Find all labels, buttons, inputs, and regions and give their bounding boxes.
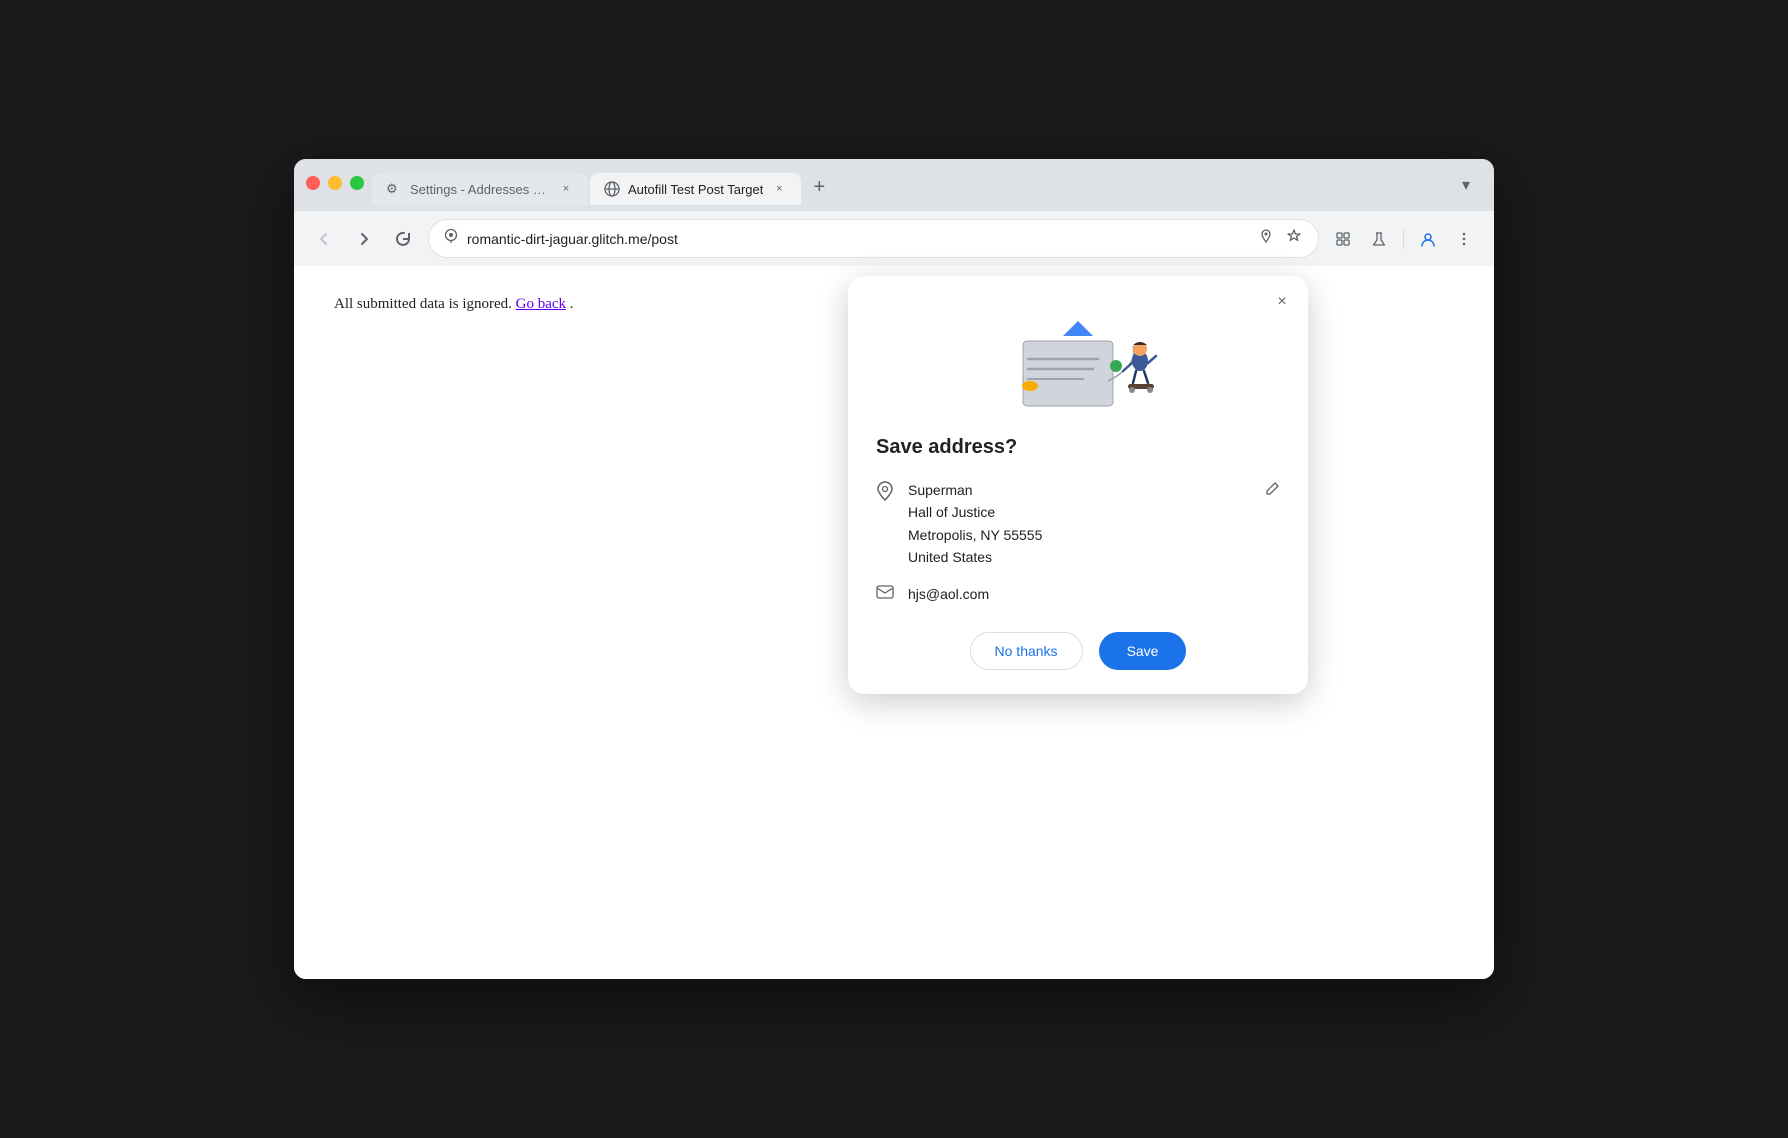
new-tab-button[interactable]: + [803, 171, 835, 203]
traffic-lights [306, 176, 364, 190]
title-bar: ⚙ Settings - Addresses and mo × [294, 159, 1494, 211]
email-icon [876, 585, 894, 604]
gear-icon: ⚙ [386, 181, 402, 197]
extensions-button[interactable] [1327, 223, 1359, 255]
profile-button[interactable] [1412, 223, 1444, 255]
minimize-window-button[interactable] [328, 176, 342, 190]
star-icon[interactable] [1284, 226, 1304, 251]
toolbar-divider [1403, 229, 1404, 249]
globe-icon [604, 181, 620, 197]
location-icon [443, 228, 459, 249]
tab-autofill-close[interactable]: × [771, 181, 787, 197]
nav-bar: romantic-dirt-jaguar.glitch.me/post [294, 211, 1494, 266]
tab-settings-label: Settings - Addresses and mo [410, 182, 550, 197]
email-block: hjs@aol.com [876, 585, 1280, 604]
dialog-title: Save address? [876, 436, 1280, 459]
address-line2: Metropolis, NY 55555 [908, 524, 1250, 546]
refresh-button[interactable] [388, 223, 420, 255]
browser-window: ⚙ Settings - Addresses and mo × [294, 159, 1494, 979]
tab-settings[interactable]: ⚙ Settings - Addresses and mo × [372, 173, 588, 205]
dialog-header: × [848, 276, 1308, 436]
page-static-text: All submitted data is ignored. [334, 296, 512, 312]
page-period: . [570, 296, 574, 312]
tab-autofill-label: Autofill Test Post Target [628, 182, 763, 197]
address-country: United States [908, 546, 1250, 568]
address-pin-icon [876, 481, 894, 506]
close-window-button[interactable] [306, 176, 320, 190]
maximize-window-button[interactable] [350, 176, 364, 190]
forward-button[interactable] [348, 223, 380, 255]
dialog-close-button[interactable]: × [1268, 288, 1296, 316]
url-bar[interactable]: romantic-dirt-jaguar.glitch.me/post [428, 219, 1319, 258]
edit-address-button[interactable] [1264, 481, 1280, 502]
tab-dropdown-button[interactable]: ▾ [1450, 169, 1482, 201]
labs-button[interactable] [1363, 223, 1395, 255]
no-thanks-button[interactable]: No thanks [970, 632, 1083, 670]
address-block: Superman Hall of Justice Metropolis, NY … [876, 479, 1280, 569]
dialog-actions: No thanks Save [876, 632, 1280, 670]
location-pin-icon[interactable] [1256, 226, 1276, 251]
content-area: All submitted data is ignored. Go back . [294, 266, 1494, 979]
address-name: Superman [908, 479, 1250, 501]
address-lines: Superman Hall of Justice Metropolis, NY … [908, 479, 1250, 569]
tab-autofill[interactable]: Autofill Test Post Target × [590, 173, 801, 205]
url-text: romantic-dirt-jaguar.glitch.me/post [467, 231, 1248, 247]
dialog-illustration [978, 296, 1178, 436]
address-line1: Hall of Justice [908, 501, 1250, 523]
go-back-link[interactable]: Go back [516, 296, 566, 312]
dialog-body: Save address? Superman Hall of Justice M… [848, 436, 1308, 694]
save-button[interactable]: Save [1099, 632, 1187, 670]
save-address-dialog: × Save address? Superman Hall of Justice [848, 276, 1308, 694]
tabs-row: ⚙ Settings - Addresses and mo × [372, 171, 1450, 205]
toolbar-icons [1327, 223, 1480, 255]
more-button[interactable] [1448, 223, 1480, 255]
tab-settings-close[interactable]: × [558, 181, 574, 197]
email-text: hjs@aol.com [908, 586, 989, 602]
back-button[interactable] [308, 223, 340, 255]
